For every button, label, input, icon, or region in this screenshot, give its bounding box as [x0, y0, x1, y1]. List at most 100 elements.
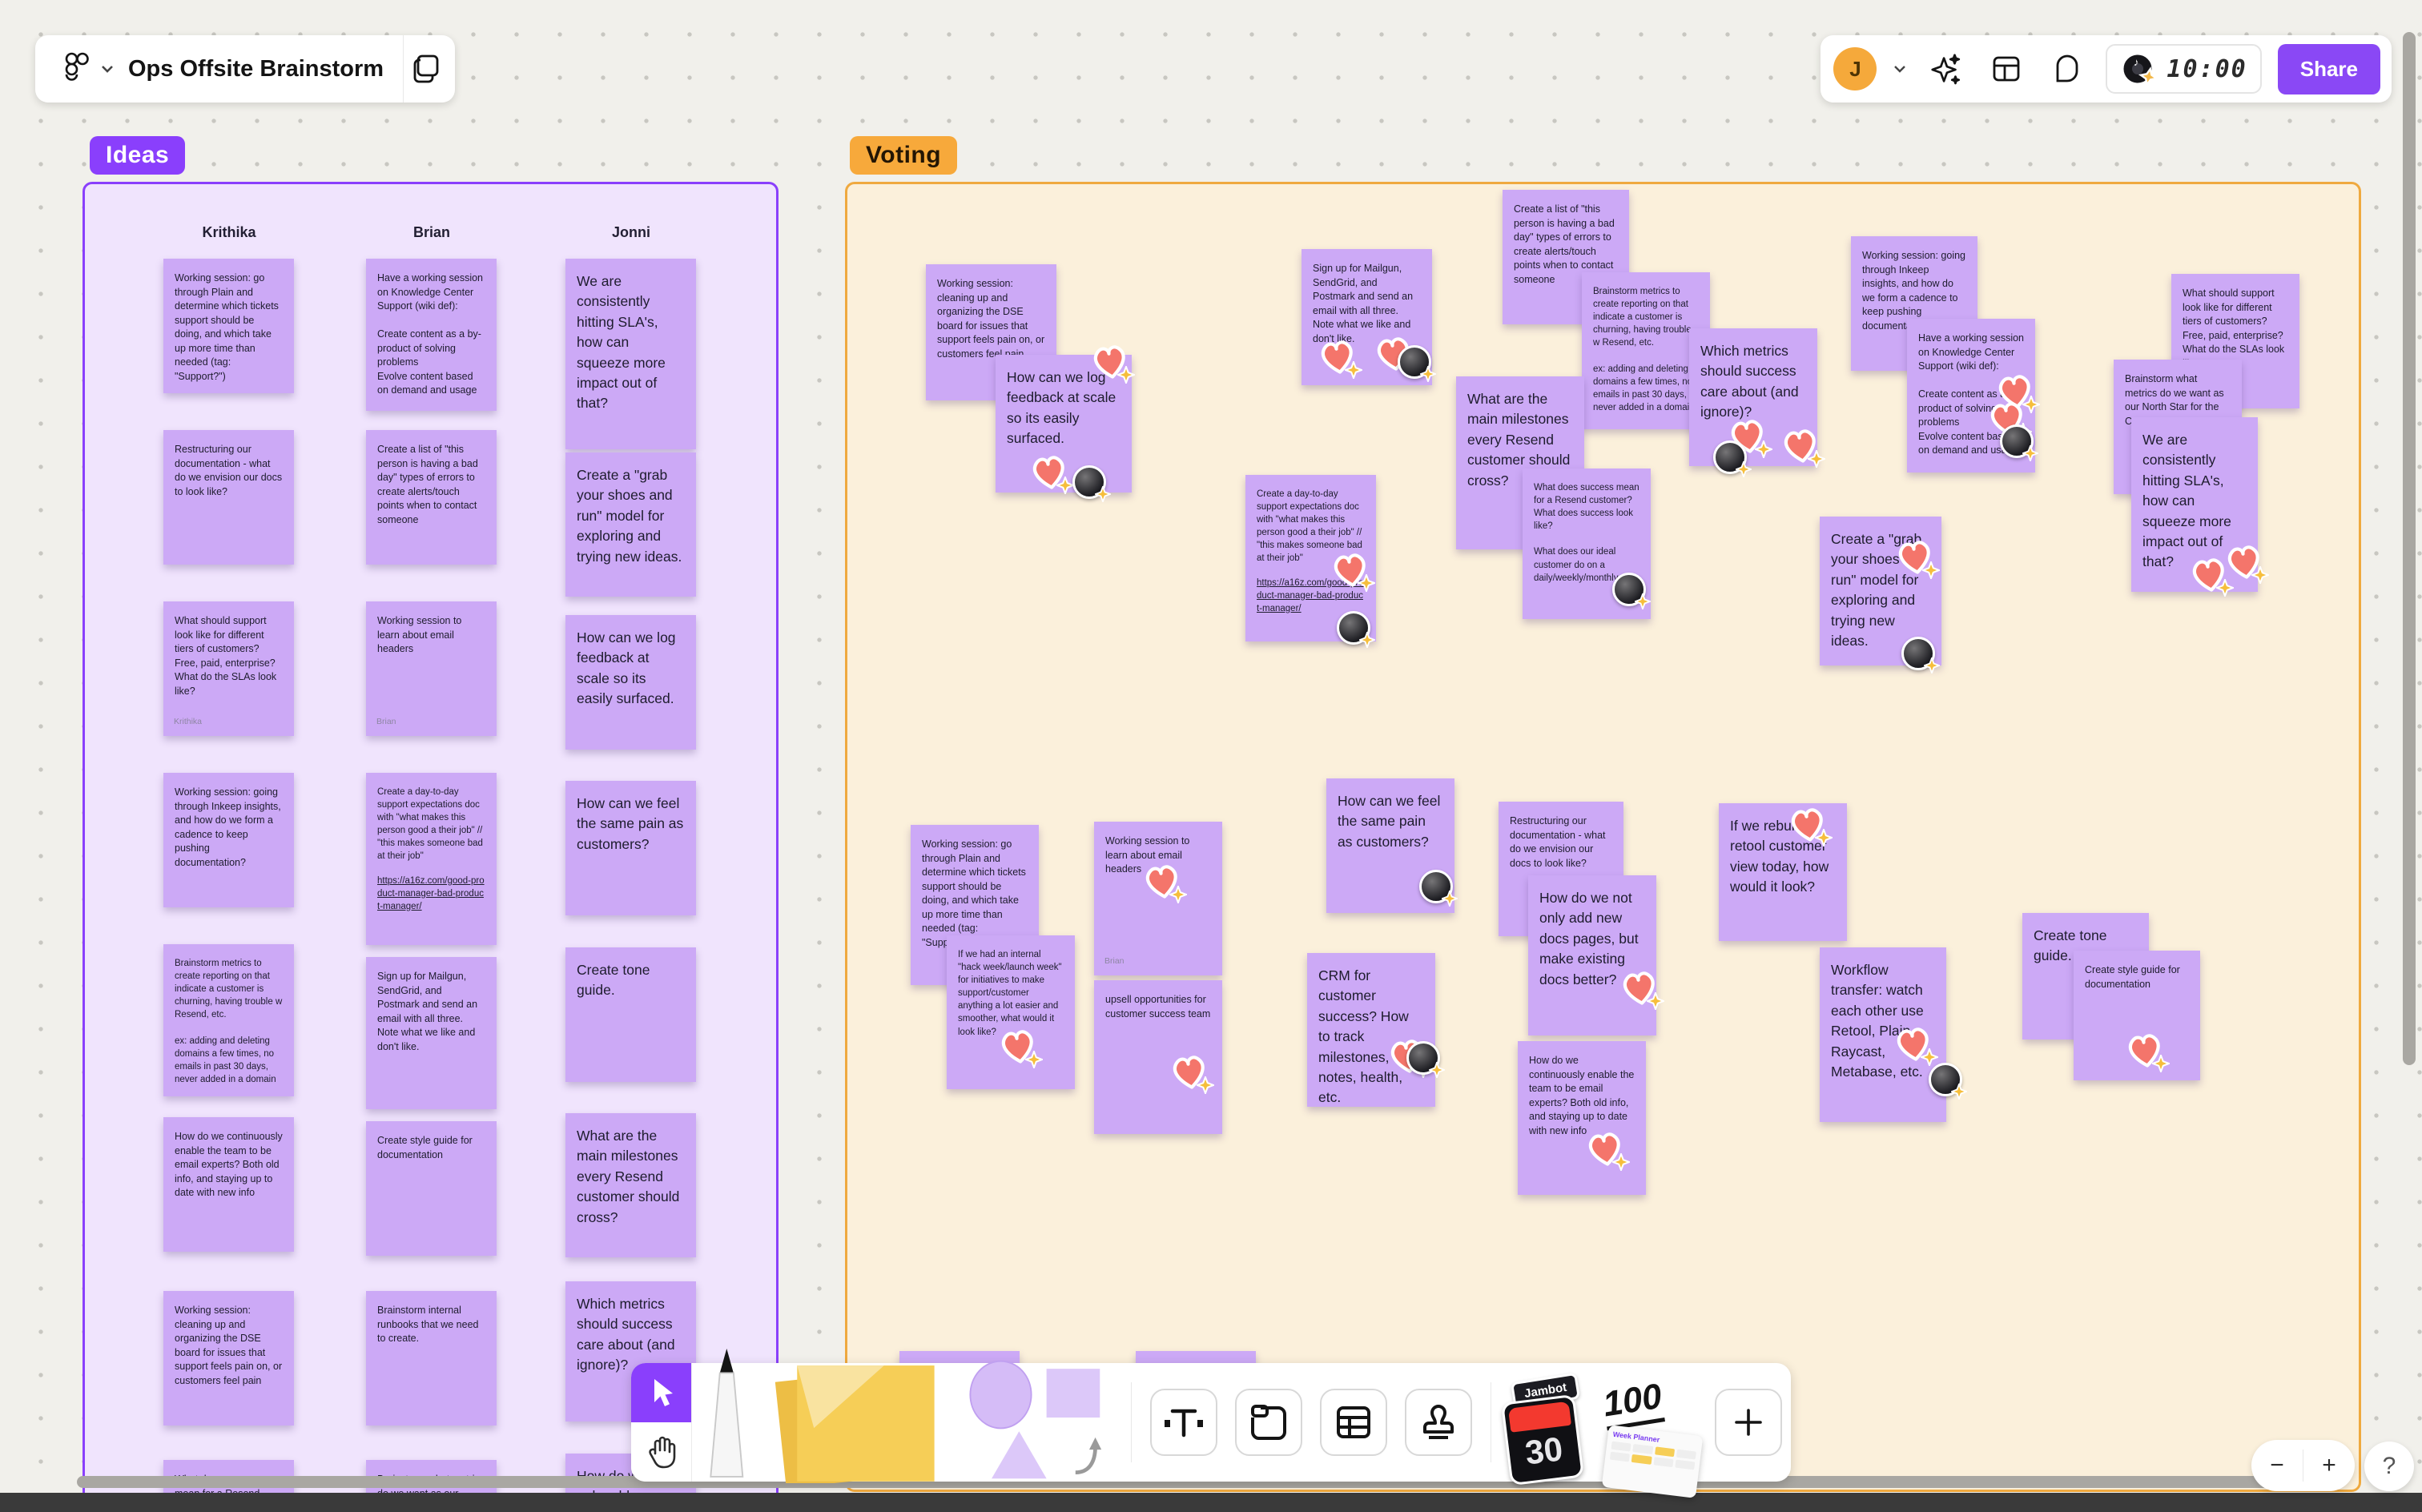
sticky-note[interactable]: Brainstorm internal runbooks that we nee… [366, 1291, 497, 1426]
sticky-note[interactable]: How can we log feedback at scale so its … [565, 615, 696, 750]
heart-sticker[interactable] [1895, 537, 1940, 579]
sticky-note[interactable]: Working session: going through Inkeep in… [163, 773, 294, 907]
sticky-note[interactable]: If we rebuilt retool customer view today… [1719, 803, 1847, 941]
heart-sticker[interactable] [1893, 1024, 1938, 1066]
heart-sticker[interactable] [1330, 550, 1375, 592]
layout-grid-icon[interactable] [1984, 46, 2029, 91]
share-button[interactable]: Share [2277, 43, 2380, 94]
sticky-note-text: How can we log feedback at scale so its … [577, 629, 680, 707]
sticky-note[interactable]: How can we log feedback at scale so its … [996, 345, 1135, 502]
avatar-sticker[interactable] [1929, 1063, 1967, 1100]
section-tool[interactable] [1235, 1389, 1302, 1456]
sticky-note[interactable]: Create style guide for documentation [2074, 951, 2200, 1080]
voting-frame-label[interactable]: Voting [850, 136, 958, 175]
heart-sticker[interactable] [1780, 426, 1825, 468]
sticky-note[interactable]: Working session to learn about email hea… [1094, 822, 1222, 975]
sticky-note[interactable]: Create a list of "this person is having … [366, 430, 497, 565]
avatar-sticker[interactable] [1612, 573, 1651, 609]
ai-sparkle-icon[interactable] [1923, 46, 1968, 91]
chevron-down-icon[interactable] [1893, 64, 1907, 74]
heart-sticker[interactable] [998, 1027, 1043, 1068]
heart-sticker[interactable] [1169, 1052, 1214, 1094]
timer-widget[interactable]: ♪ 10:00 [2106, 44, 2262, 94]
marker-tool[interactable] [700, 1341, 754, 1483]
sticky-note[interactable]: CRM for customer success? How to track m… [1307, 953, 1445, 1107]
add-tool-button[interactable] [1715, 1389, 1782, 1456]
vertical-scrollbar[interactable] [2403, 32, 2416, 1065]
sticky-note[interactable]: If we had an internal "hack week/launch … [947, 935, 1075, 1089]
table-tool[interactable] [1320, 1389, 1387, 1456]
avatar-sticker[interactable] [1406, 1041, 1445, 1078]
figma-logo-icon[interactable] [54, 46, 99, 91]
avatar-sticker[interactable] [1337, 611, 1375, 648]
ideas-frame-label[interactable]: Ideas [90, 136, 186, 175]
sticky-note[interactable]: How can we feel the same pain as custome… [565, 781, 696, 915]
help-button[interactable]: ? [2364, 1442, 2414, 1491]
sticky-note[interactable]: Which metrics should success care about … [1689, 328, 1825, 477]
heart-sticker[interactable] [1318, 337, 1362, 379]
sticky-note[interactable]: Working session: go through Plain and de… [163, 259, 294, 393]
sticky-note[interactable]: Sign up for Mailgun, SendGrid, and Postm… [1302, 249, 1436, 385]
sticky-note[interactable]: Create a "grab your shoes and run" model… [565, 452, 696, 597]
heart-sticker[interactable] [1585, 1129, 1630, 1171]
select-tool[interactable] [631, 1363, 691, 1422]
sticky-note[interactable]: How can we feel the same pain as custome… [1326, 778, 1458, 913]
templates-widgets-button[interactable]: Jambot 100 30 Week Planner [1501, 1363, 1706, 1498]
page-title[interactable]: Ops Offsite Brainstorm [128, 56, 384, 82]
heart-sticker[interactable] [1788, 805, 1833, 846]
sticky-note[interactable]: How do we continuously enable the team t… [1518, 1041, 1646, 1195]
avatar-sticker[interactable] [1072, 465, 1111, 502]
sticky-note[interactable]: Brainstorm metrics to create reporting o… [163, 944, 294, 1096]
zoom-in-button[interactable]: + [2303, 1440, 2355, 1491]
hand-tool[interactable] [631, 1422, 691, 1482]
templates-icon[interactable] [404, 46, 449, 91]
text-tool[interactable] [1150, 1389, 1217, 1456]
sticky-note[interactable]: How do we not only add new docs pages, b… [1528, 875, 1664, 1035]
sticky-note-link[interactable]: https://a16z.com/good-product-manager-ba… [377, 875, 485, 913]
sticky-note[interactable]: How do we continuously enable the team t… [163, 1117, 294, 1252]
sticky-note[interactable]: Have a working session on Knowledge Cent… [1907, 319, 2040, 472]
sticky-note[interactable]: Workflow transfer: watch each other use … [1820, 947, 1967, 1122]
column-title[interactable]: Brian [344, 224, 520, 241]
sticky-note[interactable]: Create a "grab your shoes and run" model… [1820, 517, 1941, 674]
heart-sticker[interactable] [2224, 542, 2269, 584]
zoom-out-button[interactable]: − [2251, 1440, 2303, 1491]
avatar-sticker[interactable] [1419, 870, 1458, 907]
avatar-sticker[interactable] [2000, 424, 2038, 461]
sticky-note[interactable]: We are consistently hitting SLA's, how c… [2131, 417, 2269, 597]
sticky-note[interactable]: Create tone guide. [565, 947, 696, 1082]
sticky-note[interactable]: What should support look like for differ… [163, 601, 294, 736]
sticky-note[interactable]: We are consistently hitting SLA's, how c… [565, 259, 696, 449]
heart-sticker[interactable] [2125, 1031, 2170, 1072]
stamp-tool[interactable] [1405, 1389, 1472, 1456]
sticky-note[interactable]: upsell opportunities for customer succes… [1094, 980, 1222, 1134]
sticky-note[interactable]: Sign up for Mailgun, SendGrid, and Postm… [366, 957, 497, 1109]
figjam-canvas[interactable]: Ideas Voting Krithika Working session: go… [0, 0, 2422, 1512]
sticky-note[interactable]: Working session to learn about email hea… [366, 601, 497, 736]
heart-sticker[interactable] [1619, 968, 1664, 1010]
heart-sticker[interactable] [1029, 452, 1074, 494]
shape-tool[interactable] [961, 1355, 1113, 1483]
sticky-note[interactable]: Create a day-to-day support expectations… [366, 773, 497, 945]
sticky-note-tool[interactable] [770, 1345, 945, 1483]
column-title[interactable]: Jonni [543, 224, 719, 241]
sticky-note[interactable]: Restructuring our documentation - what d… [163, 430, 294, 565]
sticky-note[interactable]: What are the main milestones every Resen… [565, 1113, 696, 1257]
chevron-down-icon[interactable] [99, 63, 115, 74]
sticky-note[interactable]: Create a day-to-day support expectations… [1245, 475, 1376, 648]
avatar-sticker[interactable] [1713, 440, 1752, 477]
timer-display[interactable]: 10:00 [2167, 55, 2247, 83]
window-edge [0, 1493, 2422, 1512]
comment-icon[interactable] [2045, 46, 2090, 91]
sticky-note[interactable]: Create style guide for documentation [366, 1121, 497, 1256]
sticky-note[interactable]: Working session: cleaning up and organiz… [163, 1291, 294, 1426]
heart-sticker[interactable] [2189, 555, 2234, 597]
sticky-note[interactable]: Have a working session on Knowledge Cent… [366, 259, 497, 411]
column-title[interactable]: Krithika [141, 224, 317, 241]
sticky-note[interactable]: What does success mean for a Resend cust… [1523, 468, 1651, 619]
heart-sticker[interactable] [1090, 342, 1135, 384]
avatar-sticker[interactable] [1398, 345, 1436, 382]
heart-sticker[interactable] [1142, 862, 1187, 903]
avatar[interactable]: J [1833, 47, 1877, 90]
avatar-sticker[interactable] [1901, 637, 1940, 674]
